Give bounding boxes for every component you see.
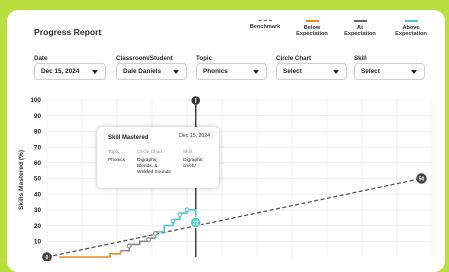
progress-point[interactable] (177, 212, 183, 218)
progress-point[interactable] (170, 218, 176, 224)
y-axis-ticks: 10 20 30 40 50 60 70 80 90 100 (30, 97, 41, 245)
progress-chart: 10 20 30 40 50 60 70 80 90 100 Skills Mastered (%… (18, 96, 433, 261)
y-tick-label: 100 (30, 97, 41, 104)
y-tick-label: 10 (34, 239, 42, 246)
tooltip-skill-value: Digraphs: ch/ch/ (183, 158, 204, 169)
progress-point[interactable] (126, 243, 132, 249)
tooltip-circle-label: Circle Chart (137, 150, 163, 155)
progress-line (154, 209, 197, 239)
current-value-label: 22 (193, 220, 199, 226)
tooltip-title: Skill Mastered (108, 135, 149, 141)
skill-tooltip: Skill Mastered Dec 15, 2024 Topic Phonic… (97, 127, 219, 188)
tooltip-circle-value: Digraphs, Blends, & Welded Sounds (137, 158, 171, 175)
benchmark-line (46, 177, 422, 258)
y-tick-label: 40 (34, 191, 42, 198)
progress-line (59, 250, 122, 258)
benchmark-end-label: 50 (419, 176, 425, 182)
y-tick-label: 90 (34, 113, 42, 120)
benchmark-start-label: 0 (46, 255, 49, 261)
progress-point[interactable] (184, 207, 190, 213)
tooltip-topic-value: Phonics (108, 158, 126, 163)
y-tick-label: 60 (34, 160, 42, 167)
y-tick-label: 50 (34, 176, 42, 183)
tooltip-skill-label: Skill (183, 150, 192, 155)
y-tick-label: 20 (34, 223, 42, 230)
y-axis-label: Skills Mastered (%) (18, 150, 25, 210)
progress-point[interactable] (153, 231, 158, 236)
y-tick-label: 70 (34, 144, 42, 151)
y-tick-label: 80 (34, 129, 42, 136)
progress-point[interactable] (146, 237, 151, 243)
tooltip-date: Dec 15, 2024 (179, 133, 210, 139)
tooltip-topic-label: Topic (108, 150, 120, 155)
y-tick-label: 30 (34, 207, 42, 214)
